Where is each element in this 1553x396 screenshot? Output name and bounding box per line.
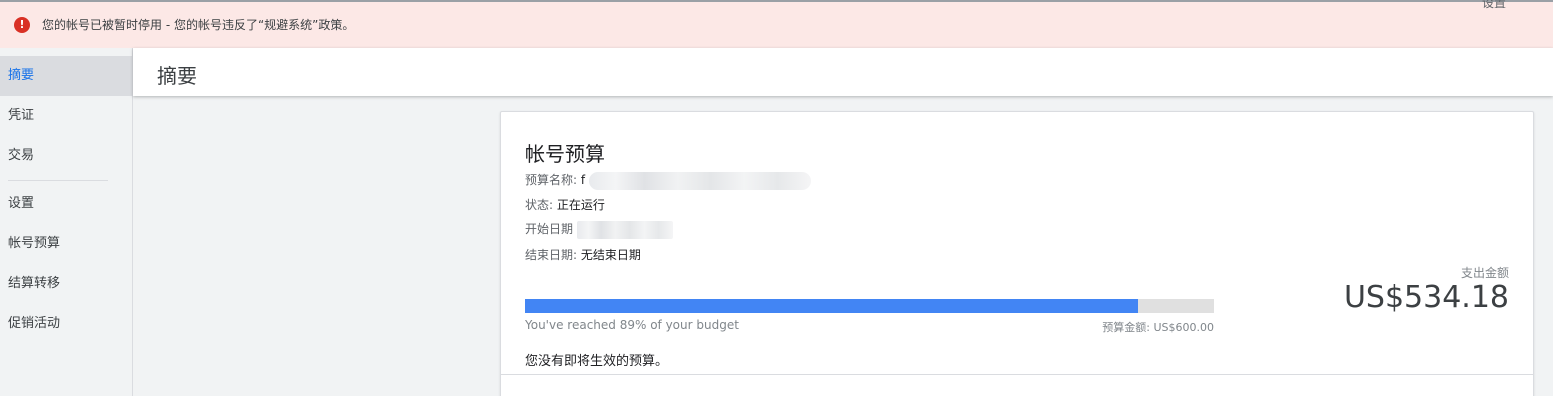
page-header: 摘要 <box>133 48 1553 96</box>
alert-message: 您的帐号已被暂时停用 - 您的帐号违反了“规避系统”政策。 <box>42 18 355 32</box>
sidebar-divider <box>8 180 108 181</box>
spend-value: US$534.18 <box>1343 280 1509 315</box>
status-value: 正在运行 <box>556 198 605 212</box>
status-label: 状态: <box>525 198 554 212</box>
error-icon: ! <box>14 17 30 33</box>
end-date-row: 结束日期: 无结束日期 <box>525 246 641 263</box>
account-suspended-banner: ! 您的帐号已被暂时停用 - 您的帐号违反了“规避系统”政策。 设置 <box>0 0 1553 48</box>
budget-progress-fill <box>525 299 1139 313</box>
sidebar-item-transactions[interactable]: 交易 <box>0 136 132 176</box>
redacted-block <box>588 171 811 190</box>
sidebar-item-billing-transfer[interactable]: 结算转移 <box>0 264 132 304</box>
end-date-value: 无结束日期 <box>580 248 641 262</box>
end-date-label: 结束日期: <box>525 248 578 262</box>
budget-name-label: 预算名称: <box>525 173 578 187</box>
sidebar-item-settings[interactable]: 设置 <box>0 184 132 224</box>
card-title: 帐号预算 <box>525 142 605 166</box>
budget-name-value: f <box>580 173 586 187</box>
sidebar-nav: 摘要 凭证 交易 设置 帐号预算 结算转移 促销活动 <box>0 48 133 396</box>
redacted-block <box>576 220 673 239</box>
budget-name-row: 预算名称: f <box>525 171 811 190</box>
account-budget-card: 帐号预算 预算名称: f 状态: 正在运行 开始日期 结束日期: 无结束日期 Y… <box>500 111 1534 396</box>
settings-link[interactable]: 设置 <box>1482 0 1506 11</box>
sidebar-item-promotions[interactable]: 促销活动 <box>0 304 132 344</box>
budget-amount: 预算金额: US$600.00 <box>1102 321 1214 334</box>
spend-label: 支出金额 <box>1460 266 1509 280</box>
sidebar-item-summary[interactable]: 摘要 <box>0 56 132 96</box>
page-title: 摘要 <box>157 64 197 88</box>
start-date-row: 开始日期 <box>525 220 673 239</box>
progress-caption: You've reached 89% of your budget <box>525 318 739 332</box>
card-divider <box>501 374 1533 375</box>
sidebar-item-credentials[interactable]: 凭证 <box>0 96 132 136</box>
sidebar-item-account-budget[interactable]: 帐号预算 <box>0 224 132 264</box>
budget-progress-bar <box>525 299 1214 313</box>
no-pending-budget-text: 您没有即将生效的预算。 <box>525 354 669 369</box>
status-row: 状态: 正在运行 <box>525 196 605 213</box>
start-date-label: 开始日期 <box>525 222 574 236</box>
